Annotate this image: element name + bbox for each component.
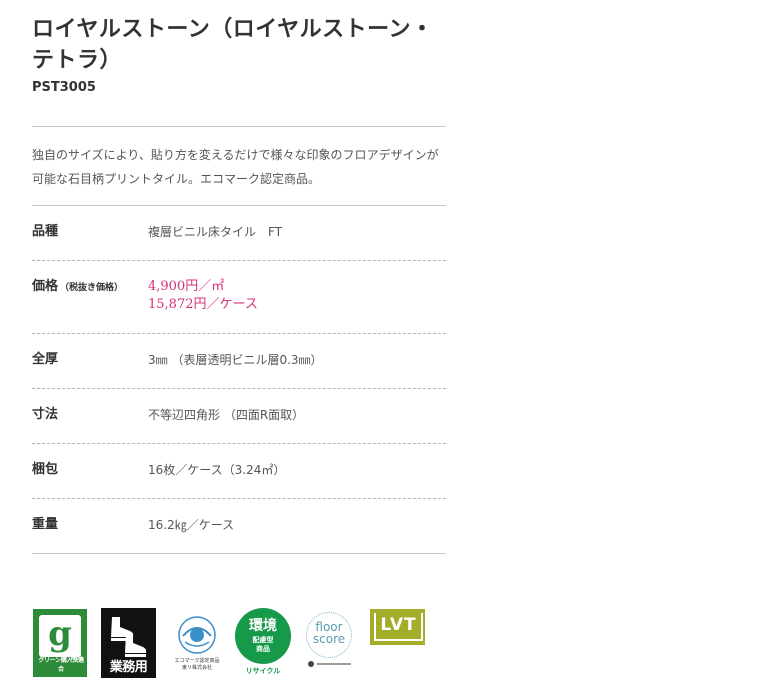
spec-value: 複層ビニル床タイル FT — [148, 225, 283, 239]
spec-row-packing: 梱包 16枚／ケース（3.24㎡） — [32, 444, 446, 499]
environment-small-text: 配慮型 商品 — [235, 636, 291, 654]
lvt-text: LVT — [374, 613, 423, 641]
floorscore-word: score — [312, 632, 346, 646]
floorscore-dot — [308, 661, 314, 667]
product-code: PST3005 — [32, 80, 96, 95]
price-values: 4,900円／㎡ 15,872円／ケース — [148, 278, 258, 314]
environment-caption: リサイクル — [245, 667, 281, 675]
eco-caption-line: 東リ株式会社 — [181, 665, 212, 671]
spec-label: 寸法 — [32, 407, 59, 422]
spec-label: 全厚 — [32, 352, 59, 367]
shoes-icon — [111, 617, 147, 657]
environment-small-line: 配慮型 — [252, 636, 274, 644]
environment-icon: 環境 配慮型 商品 リサイクル — [234, 608, 292, 678]
green-mark-box: g — [39, 615, 81, 657]
product-description: 独自のサイズにより、貼り方を変えるだけで様々な印象のフロアデザインが可能な石目柄… — [32, 148, 439, 186]
spec-value: 3㎜ （表層透明ビニル層0.3㎜） — [148, 353, 323, 367]
spec-label: 重量 — [32, 517, 59, 532]
spec-value: 不等辺四角形 （四面R面取） — [148, 408, 305, 422]
spec-row-weight: 重量 16.2㎏／ケース — [32, 499, 446, 553]
spec-value: 16.2㎏／ケース — [148, 518, 235, 532]
spec-label: 梱包 — [32, 462, 59, 477]
product-title: ロイヤルストーン（ロイヤルストーン・テトラ） — [32, 17, 434, 73]
environment-small-line: 商品 — [256, 645, 270, 653]
green-mark-letter: g — [48, 614, 72, 654]
eco-mark-graphic — [178, 616, 216, 654]
spec-label: 価格 — [32, 279, 59, 294]
floorscore-bar — [317, 663, 351, 665]
tax-note: （税抜き価格） — [60, 283, 124, 293]
product-detail: ロイヤルストーン（ロイヤルストーン・テトラ） PST3005 独自のサイズにより… — [32, 14, 446, 554]
environment-circle: 環境 配慮型 商品 — [235, 608, 291, 664]
green-purchase-icon: g NIF グリーン購入法適合 — [33, 609, 87, 677]
price-per-case: 15,872円／ケース — [148, 297, 258, 312]
price-per-sqm: 4,900円／㎡ — [148, 279, 225, 294]
spec-table: 品種 複層ビニル床タイル FT 価格 （税抜き価格） 4,900円／㎡ 15,87… — [32, 205, 446, 554]
spec-row-thickness: 全厚 3㎜ （表層透明ビニル層0.3㎜） — [32, 334, 446, 389]
green-mark-caption: グリーン購入法適合 — [38, 657, 84, 673]
spec-value: 16枚／ケース（3.24㎡） — [148, 463, 286, 477]
business-use-icon: 業務用 — [101, 608, 156, 678]
floorscore-icon: floor score — [304, 612, 356, 674]
certification-icons: g NIF グリーン購入法適合 業務用 エコマーク認定商品 東リ株式会社 環境 — [32, 608, 452, 678]
spec-label: 品種 — [32, 224, 59, 239]
business-use-caption: 業務用 — [109, 660, 148, 675]
floorscore-footer — [308, 661, 354, 667]
spec-row-price: 価格 （税抜き価格） 4,900円／㎡ 15,872円／ケース — [32, 261, 446, 334]
spec-label-price: 価格 （税抜き価格） — [32, 278, 148, 297]
environment-big-text: 環境 — [249, 618, 277, 634]
spec-row-size: 寸法 不等辺四角形 （四面R面取） — [32, 389, 446, 444]
eco-mark-caption: エコマーク認定商品 東リ株式会社 — [167, 658, 227, 672]
eco-mark-icon: エコマーク認定商品 東リ株式会社 — [173, 614, 221, 674]
spec-row-type: 品種 複層ビニル床タイル FT — [32, 206, 446, 261]
eco-caption-line: エコマーク認定商品 — [174, 658, 220, 664]
lvt-icon: LVT — [370, 609, 425, 645]
